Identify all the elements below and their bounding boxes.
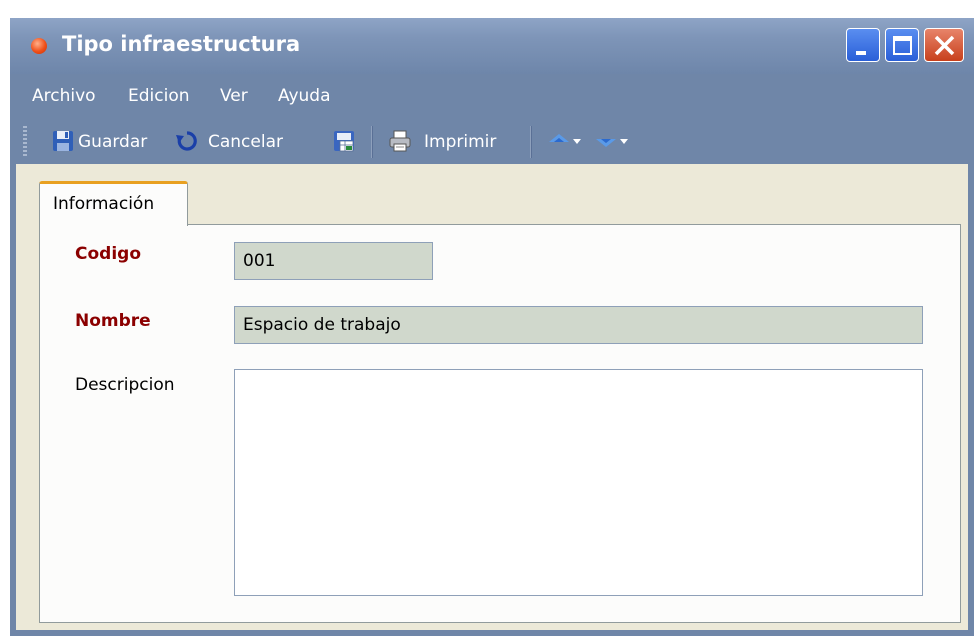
document-spreadsheet-icon[interactable] (332, 129, 356, 153)
tab-label: Información (53, 194, 155, 214)
menu-bar: Archivo Edicion Ver Ayuda (10, 74, 974, 120)
minimize-icon (856, 51, 866, 55)
toolbar-separator (371, 126, 373, 158)
menu-edicion[interactable]: Edicion (128, 86, 190, 106)
toolbar-grip[interactable] (23, 126, 27, 158)
app-window: Tipo infraestructura Archivo Edicion Ver… (10, 18, 974, 636)
printer-icon[interactable] (388, 129, 412, 153)
descripcion-label: Descripcion (75, 375, 175, 395)
close-button[interactable] (924, 28, 964, 62)
toolbar: Guardar Cancelar Imprimir (10, 120, 974, 164)
nombre-label: Nombre (75, 311, 151, 331)
title-bar[interactable]: Tipo infraestructura (10, 18, 974, 74)
maximize-icon (893, 36, 912, 55)
maximize-button[interactable] (885, 28, 919, 62)
print-button[interactable]: Imprimir (424, 132, 496, 152)
window-title: Tipo infraestructura (62, 32, 301, 56)
chevron-down-icon[interactable] (571, 129, 583, 153)
menu-archivo[interactable]: Archivo (32, 86, 96, 106)
nombre-field[interactable]: Espacio de trabajo (234, 306, 923, 344)
status-dot-icon (31, 38, 47, 54)
menu-ayuda[interactable]: Ayuda (278, 86, 331, 106)
minimize-button[interactable] (846, 28, 880, 62)
save-button[interactable]: Guardar (78, 132, 147, 152)
tab-informacion[interactable]: Información (39, 181, 188, 226)
chevron-down-icon[interactable] (618, 129, 630, 153)
floppy-disk-icon[interactable] (51, 129, 75, 153)
codigo-field[interactable]: 001 (234, 242, 433, 280)
toolbar-separator (530, 126, 532, 158)
cancel-button[interactable]: Cancelar (208, 132, 283, 152)
codigo-label: Codigo (75, 244, 141, 264)
arrow-down-icon[interactable] (594, 129, 618, 153)
undo-arrow-icon[interactable] (175, 129, 199, 153)
close-icon (934, 35, 955, 56)
tab-panel: Codigo 001 Nombre Espacio de trabajo Des… (39, 224, 961, 623)
arrow-up-icon[interactable] (547, 129, 571, 153)
client-area: Información Codigo 001 Nombre Espacio de… (16, 164, 968, 630)
descripcion-textarea[interactable] (234, 369, 923, 596)
menu-ver[interactable]: Ver (220, 86, 248, 106)
